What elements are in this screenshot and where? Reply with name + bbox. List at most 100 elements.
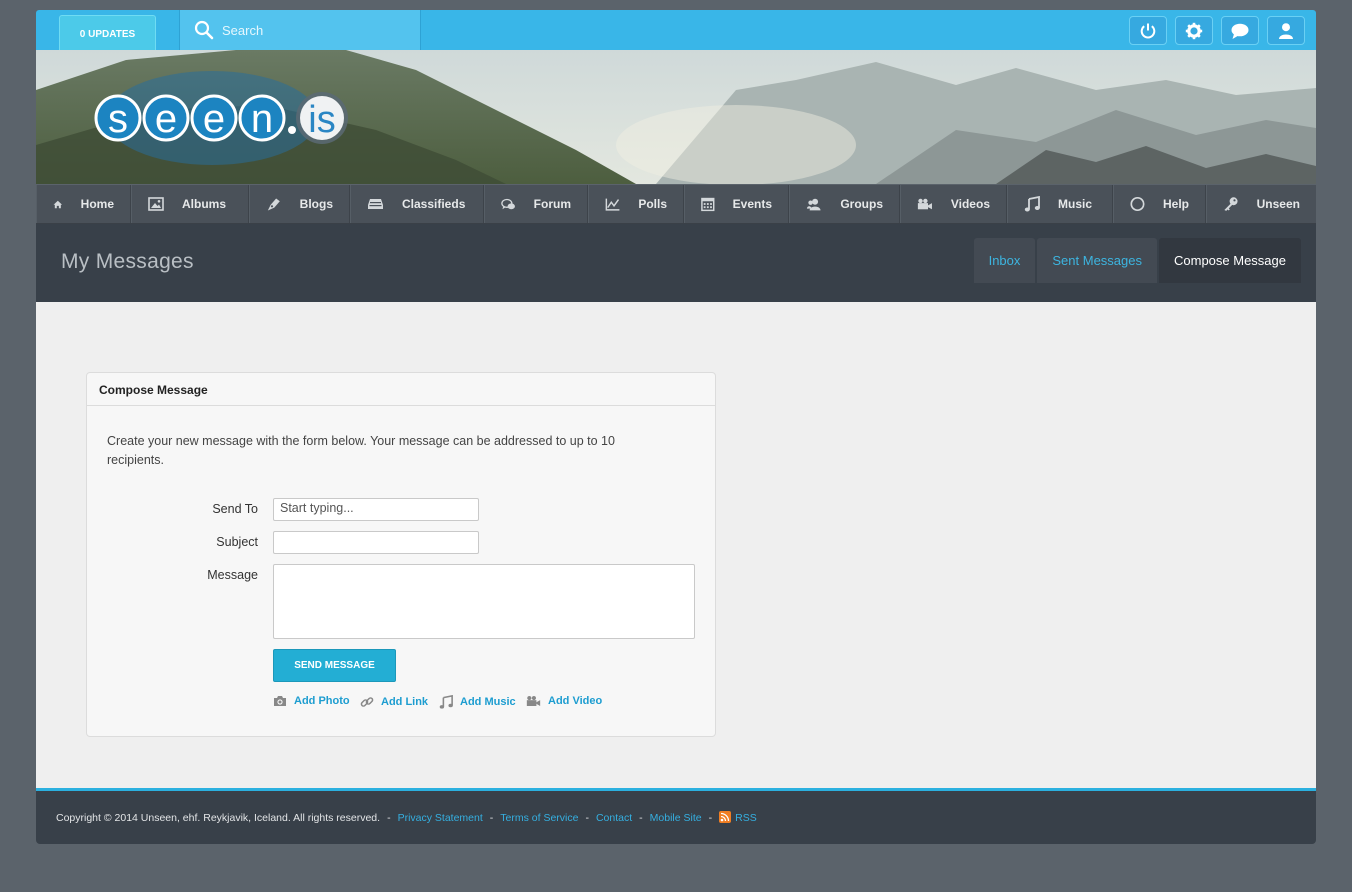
tab-compose-message[interactable]: Compose Message [1159, 238, 1301, 283]
home-icon [53, 200, 63, 208]
footer: Copyright © 2014 Unseen, ehf. Reykjavik,… [36, 788, 1316, 844]
send-to-input[interactable]: Start typing... [273, 498, 479, 521]
logo-letter: s [108, 97, 128, 141]
forum-icon [501, 198, 515, 209]
add-music-button[interactable]: Add Music [439, 695, 516, 709]
logo-letter: e [155, 97, 177, 141]
separator: - [387, 811, 391, 824]
rss-link[interactable]: RSS [719, 811, 757, 824]
add-photo-button[interactable]: Add Photo [273, 695, 350, 707]
nav-label: Events [732, 197, 772, 211]
nav-item-music[interactable]: Music [1007, 185, 1113, 223]
group-icon [806, 198, 821, 210]
music-icon [1024, 196, 1040, 212]
attach-label: Add Link [381, 696, 429, 708]
chart-icon [605, 198, 620, 211]
nav-item-groups[interactable]: Groups [789, 185, 900, 223]
top-bar: 0 UPDATES Search [36, 10, 1316, 50]
separator: - [585, 811, 589, 824]
add-link-button[interactable]: Add Link [360, 695, 428, 709]
messages-button[interactable] [1221, 16, 1259, 45]
power-button[interactable] [1129, 16, 1167, 45]
circle-icon [1130, 196, 1145, 212]
tab-inbox[interactable]: Inbox [973, 238, 1036, 283]
intro-text: Create your new message with the form be… [107, 434, 615, 467]
camera-icon [274, 696, 286, 706]
tab-sent-messages[interactable]: Sent Messages [1037, 238, 1157, 283]
logo-letter: n [251, 97, 273, 141]
power-icon [1140, 23, 1156, 39]
message-label: Message [207, 568, 258, 582]
nav-label: Unseen [1256, 197, 1300, 211]
updates-button[interactable]: 0 UPDATES [59, 15, 156, 50]
nav-item-albums[interactable]: Albums [131, 185, 249, 223]
gear-icon [1185, 22, 1203, 39]
key-icon [1224, 197, 1238, 211]
search-icon [194, 20, 214, 40]
nav-label: Home [80, 197, 114, 211]
separator: - [489, 811, 494, 824]
rss-icon [719, 811, 732, 823]
banner: s e e n is [36, 50, 1316, 184]
add-video-button[interactable]: Add Video [526, 695, 602, 707]
logo-letter: e [203, 97, 225, 141]
subject-input[interactable] [273, 531, 479, 554]
send-to-label: Send To [212, 502, 258, 516]
svg-text:is: is [308, 99, 335, 141]
page-title: My Messages [61, 250, 194, 273]
rss-label: RSS [735, 812, 757, 824]
settings-button[interactable] [1175, 16, 1213, 45]
nav-item-help[interactable]: Help [1113, 185, 1206, 223]
nav-label: Videos [950, 197, 990, 211]
copyright-text: Copyright © 2014 Unseen, ehf. Reykjavik,… [56, 811, 381, 824]
video-icon [917, 198, 932, 210]
main-nav: Home Albums Blogs Classifieds Forum Poll… [36, 184, 1316, 224]
link-icon [360, 697, 374, 707]
message-textarea[interactable] [273, 564, 695, 639]
nav-label: Albums [182, 197, 227, 211]
attach-label: Add Video [548, 695, 603, 707]
nav-label: Polls [638, 197, 667, 211]
privacy-statement-link[interactable]: Privacy Statement [398, 812, 483, 824]
calendar-icon [701, 197, 715, 212]
nav-item-classifieds[interactable]: Classifieds [350, 185, 484, 223]
profile-button[interactable] [1267, 16, 1305, 45]
nav-item-forum[interactable]: Forum [484, 185, 588, 223]
nav-label: Groups [840, 197, 883, 211]
compose-card: Compose Message Create your new message … [86, 372, 716, 737]
message-tabs: Inbox Sent Messages Compose Message [973, 238, 1301, 283]
search-placeholder: Search [222, 22, 264, 38]
video-icon [526, 696, 541, 706]
messages-header: My Messages Inbox Sent Messages Compose … [36, 224, 1316, 302]
music-icon [439, 695, 453, 709]
main-content: Compose Message Create your new message … [36, 302, 1316, 788]
nav-label: Forum [533, 197, 571, 211]
nav-item-videos[interactable]: Videos [900, 185, 1007, 223]
card-title: Compose Message [87, 373, 715, 406]
attach-label: Add Music [460, 696, 516, 708]
terms-of-service-link[interactable]: Terms of Service [500, 812, 578, 824]
subject-label: Subject [216, 535, 258, 549]
image-icon [148, 197, 164, 211]
chat-icon [1231, 23, 1249, 39]
nav-label: Classifieds [402, 197, 466, 211]
nav-item-unseen[interactable]: Unseen [1206, 185, 1316, 223]
nav-item-events[interactable]: Events [684, 185, 789, 223]
tray-icon [368, 199, 383, 209]
send-message-button[interactable]: SEND MESSAGE [273, 649, 396, 682]
site-logo[interactable]: s e e n is [94, 70, 352, 166]
page-container: 0 UPDATES Search s e e n is Home Albums … [36, 10, 1316, 844]
pen-icon [267, 198, 280, 211]
mobile-site-link[interactable]: Mobile Site [650, 812, 702, 824]
nav-item-polls[interactable]: Polls [588, 185, 684, 223]
nav-label: Help [1162, 197, 1189, 211]
nav-item-home[interactable]: Home [36, 185, 131, 223]
user-icon [1279, 22, 1293, 39]
contact-link[interactable]: Contact [596, 812, 632, 824]
nav-label: Blogs [299, 197, 333, 211]
nav-label: Music [1058, 197, 1093, 211]
nav-item-blogs[interactable]: Blogs [249, 185, 350, 223]
separator: - [639, 811, 643, 824]
search-input[interactable]: Search [179, 10, 421, 50]
attach-label: Add Photo [294, 695, 350, 707]
